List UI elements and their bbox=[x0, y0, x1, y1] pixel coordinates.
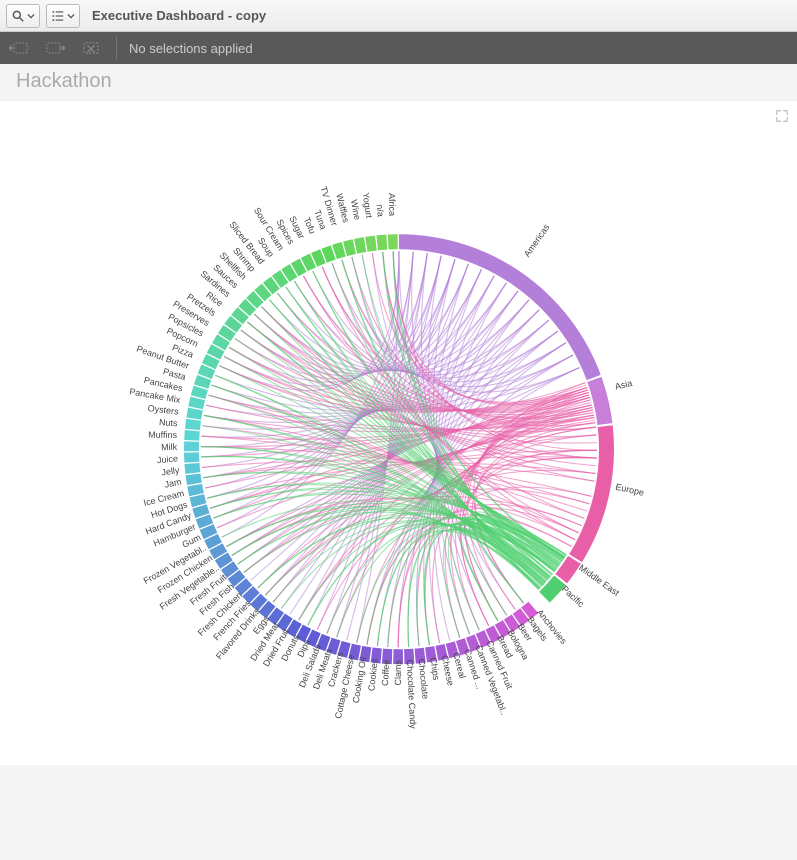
page-header: Hackathon bbox=[0, 64, 797, 100]
top-toolbar: Executive Dashboard - copy bbox=[0, 0, 797, 32]
selection-clear-button[interactable] bbox=[78, 36, 104, 60]
chord-label: Clams bbox=[392, 660, 403, 860]
selection-forward-button[interactable] bbox=[42, 36, 68, 60]
chevron-down-icon bbox=[27, 12, 35, 20]
selection-forward-icon bbox=[45, 41, 65, 55]
chord-chart[interactable]: AmericasAsiaEuropeMiddle EastPacificAnch… bbox=[0, 100, 797, 765]
selection-bar: No selections applied bbox=[0, 32, 797, 64]
list-dropdown-button[interactable] bbox=[46, 4, 80, 28]
selection-back-icon bbox=[9, 41, 29, 55]
expand-icon[interactable] bbox=[775, 109, 789, 128]
chevron-down-icon bbox=[67, 12, 75, 20]
search-icon bbox=[11, 9, 25, 23]
list-icon bbox=[51, 9, 65, 23]
divider bbox=[116, 36, 117, 60]
selection-clear-icon bbox=[82, 41, 100, 55]
dashboard-title: Executive Dashboard - copy bbox=[92, 8, 266, 23]
chord-label: Muffins bbox=[0, 427, 177, 440]
page-title: Hackathon bbox=[16, 70, 781, 93]
search-dropdown-button[interactable] bbox=[6, 4, 40, 28]
selection-back-button[interactable] bbox=[6, 36, 32, 60]
